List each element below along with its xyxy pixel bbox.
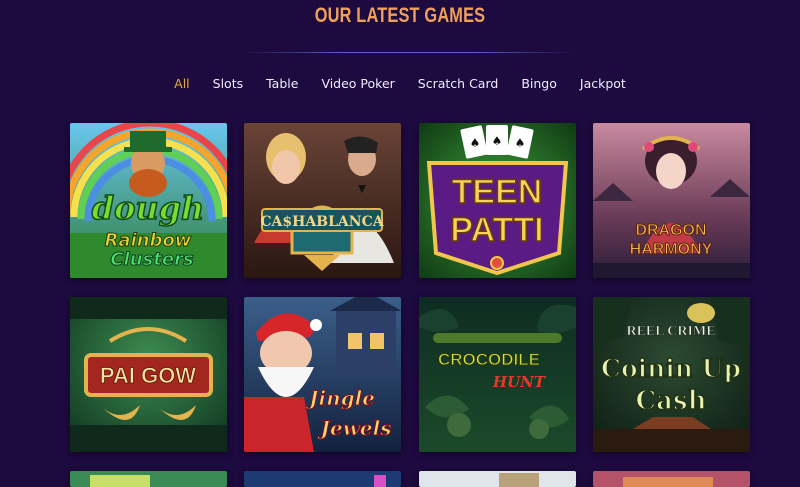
game-thumbnail-cashablanca: CA$HABLANCA xyxy=(244,123,401,278)
game-tile-row3-2[interactable] xyxy=(244,471,401,487)
teen-patti-logo-line1: TEEN xyxy=(452,173,543,211)
game-tile-crocodile-hunt[interactable]: CROCODILE HUNT xyxy=(419,297,576,452)
dragon-harmony-logo-line2: HARMONY xyxy=(630,241,713,258)
game-thumbnail-row3-3 xyxy=(419,471,576,487)
game-tile-dragon-harmony[interactable]: DRAGON HARMONY xyxy=(593,123,750,278)
jingle-jewels-logo-line1: Jingle xyxy=(305,386,375,410)
crocodile-hunt-logo-line2: HUNT xyxy=(492,373,547,391)
tab-scratch-card[interactable]: Scratch Card xyxy=(406,76,510,92)
svg-text:♠: ♠ xyxy=(515,136,526,150)
game-tile-row3-3[interactable] xyxy=(419,471,576,487)
teen-patti-logo-line2: PATTI xyxy=(450,211,543,249)
jingle-jewels-logo-line2: Jewels xyxy=(317,416,392,440)
game-thumbnail-teen-patti: ♠ ♠ ♠ TEEN PATTI xyxy=(419,123,576,278)
category-tabs: All Slots Table Video Poker Scratch Card… xyxy=(0,76,800,92)
game-thumbnail-row3-4 xyxy=(593,471,750,487)
game-thumbnail-pai-gow: PAI GOW xyxy=(70,297,227,452)
game-tile-pai-gow[interactable]: PAI GOW xyxy=(70,297,227,452)
game-tile-teen-patti[interactable]: ♠ ♠ ♠ TEEN PATTI xyxy=(419,123,576,278)
game-tile-dough[interactable]: dough Rainbow Clusters xyxy=(70,123,227,278)
game-thumbnail-row3-1 xyxy=(70,471,227,487)
game-thumbnail-jingle-jewels: Jingle Jewels xyxy=(244,297,401,452)
game-tile-reel-crime[interactable]: REEL CRIME Coinin Up Cash xyxy=(593,297,750,452)
game-thumbnail-row3-2 xyxy=(244,471,401,487)
crocodile-hunt-logo-line1: CROCODILE xyxy=(438,350,540,369)
tab-bingo[interactable]: Bingo xyxy=(510,76,569,92)
game-thumbnail-crocodile-hunt: CROCODILE HUNT xyxy=(419,297,576,452)
tab-jackpot[interactable]: Jackpot xyxy=(568,76,637,92)
reel-crime-logo-line2: Coinin Up xyxy=(601,354,741,383)
game-tile-cashablanca[interactable]: CA$HABLANCA xyxy=(244,123,401,278)
tab-all[interactable]: All xyxy=(163,76,202,92)
game-thumbnail-reel-crime: REEL CRIME Coinin Up Cash xyxy=(593,297,750,452)
title-divider xyxy=(243,52,575,53)
tab-slots[interactable]: Slots xyxy=(201,76,254,92)
svg-text:♠: ♠ xyxy=(470,136,481,150)
dough-logo-line2: Rainbow xyxy=(105,230,192,251)
reel-crime-logo-line1: REEL CRIME xyxy=(626,324,715,339)
dough-logo-line3: Clusters xyxy=(110,249,194,270)
pai-gow-logo: PAI GOW xyxy=(100,363,196,388)
game-tile-jingle-jewels[interactable]: Jingle Jewels xyxy=(244,297,401,452)
tab-table[interactable]: Table xyxy=(255,76,310,92)
tab-video-poker[interactable]: Video Poker xyxy=(310,76,406,92)
game-thumbnail-dragon-harmony: DRAGON HARMONY xyxy=(593,123,750,278)
game-thumbnail-dough: dough Rainbow Clusters xyxy=(70,123,227,278)
game-tile-row3-4[interactable] xyxy=(593,471,750,487)
svg-text:♠: ♠ xyxy=(492,134,503,148)
game-tile-row3-1[interactable] xyxy=(70,471,227,487)
dragon-harmony-logo-line1: DRAGON xyxy=(635,222,706,239)
cashablanca-logo: CA$HABLANCA xyxy=(260,214,384,230)
section-title: OUR LATEST GAMES xyxy=(314,4,486,27)
dough-logo-line1: dough xyxy=(92,189,205,227)
reel-crime-logo-line3: Cash xyxy=(635,386,706,416)
